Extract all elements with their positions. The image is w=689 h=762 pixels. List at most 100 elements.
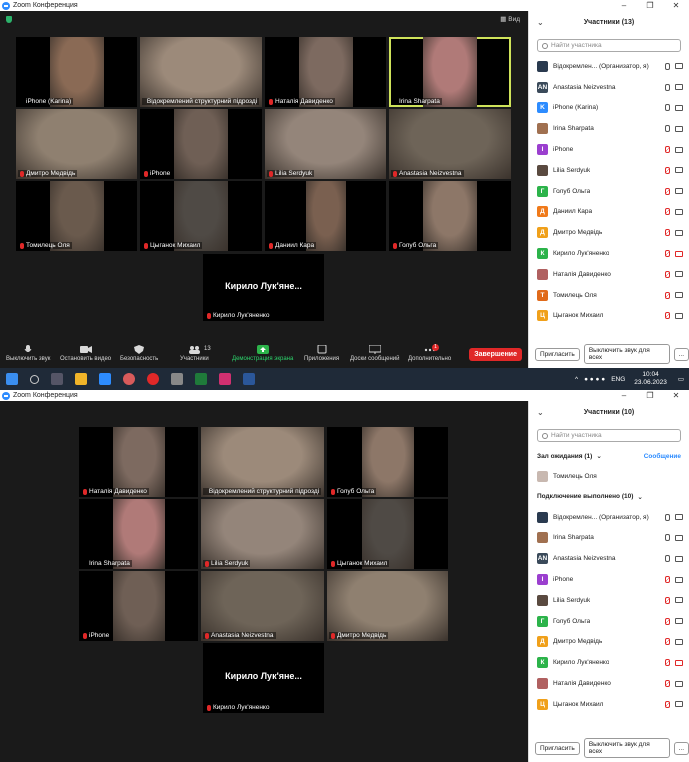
- microphone-icon[interactable]: [665, 125, 670, 133]
- search-icon[interactable]: [30, 374, 39, 384]
- search-input[interactable]: Найти участника: [537, 39, 681, 52]
- muted-microphone-icon[interactable]: [665, 229, 670, 237]
- muted-microphone-icon[interactable]: [665, 312, 670, 320]
- end-meeting-button[interactable]: Завершение: [469, 348, 522, 361]
- connected-section[interactable]: Подключение выполнено (10) ⌄: [529, 487, 689, 507]
- video-camera-icon[interactable]: [675, 188, 683, 195]
- muted-microphone-icon[interactable]: [665, 576, 670, 584]
- microphone-icon[interactable]: [665, 513, 670, 521]
- video-camera-icon[interactable]: [675, 597, 683, 604]
- participant-row[interactable]: Д Дмитро Медвідь: [529, 222, 689, 243]
- participant-row[interactable]: Відокремлен... (Организатор, я): [529, 56, 689, 77]
- waiting-room-section[interactable]: Зал ожидания (1) ⌄ Сообщение: [529, 446, 689, 466]
- participant-row[interactable]: Д Дмитро Медвідь: [529, 632, 689, 653]
- mute-all-button[interactable]: Выключить звук для всех: [583, 738, 670, 758]
- participant-row[interactable]: IiPhone: [529, 569, 689, 590]
- muted-microphone-icon[interactable]: [665, 680, 670, 688]
- video-camera-icon[interactable]: [675, 618, 683, 625]
- participant-row[interactable]: Томилець Оля: [529, 466, 689, 487]
- security-button[interactable]: Безопасность: [120, 345, 158, 362]
- video-off-icon[interactable]: [675, 659, 683, 666]
- participant-row[interactable]: Lilia Serdyuk: [529, 590, 689, 611]
- video-camera-icon[interactable]: [675, 271, 683, 278]
- video-tile[interactable]: Відокремлений структурний підрозді: [140, 37, 262, 107]
- message-button[interactable]: Сообщение: [644, 453, 681, 460]
- video-tile[interactable]: Відокремлений структурний підрозді: [201, 427, 324, 497]
- video-camera-icon[interactable]: [675, 125, 683, 132]
- share-screen-button[interactable]: Демонстрация экрана: [232, 345, 293, 362]
- video-camera-icon[interactable]: [675, 638, 683, 645]
- video-camera-icon[interactable]: [675, 208, 683, 215]
- chevron-down-icon[interactable]: ⌄: [537, 18, 544, 27]
- video-tile[interactable]: Наталія Давиденко: [265, 37, 386, 107]
- video-tile[interactable]: Голуб Ольга: [389, 181, 511, 251]
- maximize-icon[interactable]: ❐: [637, 390, 663, 401]
- participant-row[interactable]: Irina Sharpata: [529, 528, 689, 549]
- more-button[interactable]: Дополнительно: [408, 345, 451, 362]
- participant-row[interactable]: KiPhone (Karina): [529, 98, 689, 119]
- search-input[interactable]: Найти участника: [537, 429, 681, 442]
- muted-microphone-icon[interactable]: [665, 700, 670, 708]
- language-indicator[interactable]: ENG: [611, 376, 625, 383]
- participant-row[interactable]: Наталія Давиденко: [529, 264, 689, 285]
- word-icon[interactable]: [243, 373, 255, 385]
- muted-microphone-icon[interactable]: [665, 638, 670, 646]
- close-icon[interactable]: ✕: [663, 390, 689, 401]
- maximize-icon[interactable]: ❐: [637, 0, 663, 11]
- muted-microphone-icon[interactable]: [665, 659, 670, 667]
- participant-row[interactable]: Г Голуб Ольга: [529, 181, 689, 202]
- notifications-icon[interactable]: ▭: [678, 375, 684, 383]
- muted-microphone-icon[interactable]: [665, 270, 670, 278]
- video-tile[interactable]: Irina Sharpata: [389, 37, 511, 107]
- opera-icon[interactable]: [147, 373, 159, 385]
- video-tile[interactable]: Голуб Ольга: [327, 427, 448, 497]
- video-tile[interactable]: Irina Sharpata: [79, 499, 198, 569]
- video-camera-icon[interactable]: [675, 555, 683, 562]
- participant-row[interactable]: Відокремлен... (Организатор, я): [529, 507, 689, 528]
- video-camera-icon[interactable]: [675, 84, 683, 91]
- whiteboard-button[interactable]: Доски сообщений: [350, 344, 400, 362]
- mute-button[interactable]: Выключить звук: [6, 345, 50, 362]
- video-camera-icon[interactable]: [675, 576, 683, 583]
- participant-row[interactable]: Irina Sharpata: [529, 118, 689, 139]
- mute-all-button[interactable]: Выключить звук для всех: [583, 344, 670, 364]
- task-view-icon[interactable]: [51, 373, 63, 385]
- apps-button[interactable]: Приложения: [304, 344, 339, 362]
- participant-row[interactable]: К Кирило Лук'яненко: [529, 652, 689, 673]
- participant-row[interactable]: К Кирило Лук'яненко: [529, 243, 689, 264]
- muted-microphone-icon[interactable]: [665, 617, 670, 625]
- participant-row[interactable]: IiPhone: [529, 139, 689, 160]
- windows-start-icon[interactable]: [6, 373, 18, 385]
- paint-icon[interactable]: [123, 373, 135, 385]
- muted-microphone-icon[interactable]: [665, 146, 670, 154]
- video-camera-icon[interactable]: [675, 292, 683, 299]
- microphone-icon[interactable]: [665, 104, 670, 112]
- participant-row[interactable]: AN Anastasia Neizvestna: [529, 77, 689, 98]
- view-button[interactable]: ▦ Вид: [500, 15, 520, 23]
- video-camera-icon[interactable]: [675, 680, 683, 687]
- video-tile[interactable]: Кирило Лук'яне... Кирило Лук'яненко: [203, 254, 324, 321]
- video-tile[interactable]: Наталія Давиденко: [79, 427, 198, 497]
- panel-more-button[interactable]: ...: [673, 347, 689, 361]
- participant-row[interactable]: Т Томилець Оля: [529, 285, 689, 306]
- invite-button[interactable]: Пригласить: [535, 347, 580, 361]
- video-tile[interactable]: Anastasia Neizvestna: [389, 109, 511, 179]
- video-camera-icon[interactable]: [675, 146, 683, 153]
- video-tile[interactable]: Дмитро Медвідь: [327, 571, 448, 641]
- video-tile[interactable]: Цыганок Михаил: [327, 499, 448, 569]
- video-tile[interactable]: Anastasia Neizvestna: [201, 571, 324, 641]
- invite-button[interactable]: Пригласить: [535, 741, 580, 755]
- video-tile[interactable]: Дмитро Медвідь: [16, 109, 137, 179]
- participant-row[interactable]: Ц Цыганок Михаил: [529, 306, 689, 327]
- video-camera-icon[interactable]: [675, 167, 683, 174]
- file-explorer-icon[interactable]: [75, 373, 87, 385]
- shield-icon[interactable]: [6, 16, 12, 23]
- muted-microphone-icon[interactable]: [665, 166, 670, 174]
- video-tile[interactable]: iPhone: [140, 109, 262, 179]
- video-tile[interactable]: iPhone (Karina): [16, 37, 137, 107]
- participant-row[interactable]: AN Anastasia Neizvestna: [529, 548, 689, 569]
- participant-row[interactable]: Ц Цыганок Михаил: [529, 694, 689, 715]
- video-tile[interactable]: Кирило Лук'яне... Кирило Лук'яненко: [203, 643, 324, 713]
- video-tile[interactable]: Lilia Serdyuk: [201, 499, 324, 569]
- stop-video-button[interactable]: Остановить видео: [60, 345, 111, 362]
